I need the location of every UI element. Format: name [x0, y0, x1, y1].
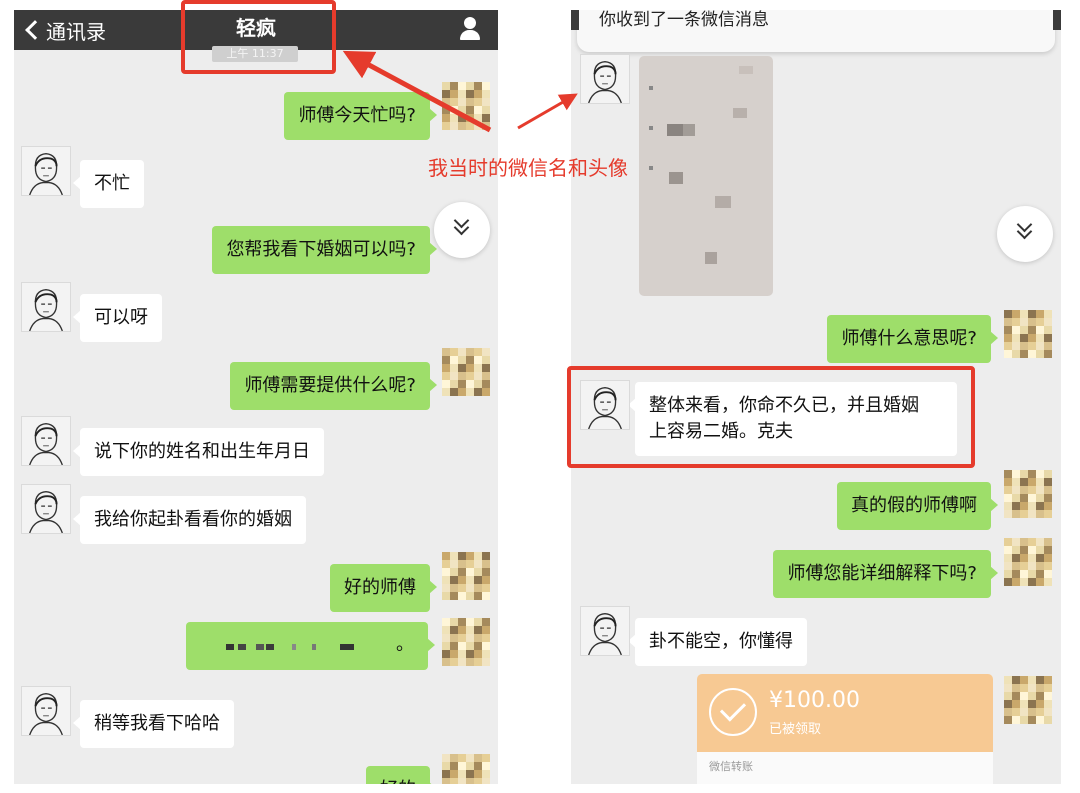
contact-avatar[interactable]	[21, 146, 71, 196]
message-bubble-self[interactable]: 真的假的师傅啊	[837, 482, 998, 530]
transfer-amount: ¥100.00	[769, 688, 860, 713]
annotation-label: 我当时的微信名和头像	[428, 156, 628, 180]
message-highlight-box	[567, 366, 975, 468]
transfer-footer-label: 微信转账	[709, 760, 753, 773]
left-chat-screenshot: 通讯录 轻疯 上午 11:37 师傅今天忙吗? 不忙 您帮我看下婚姻可以吗? 可…	[14, 10, 498, 784]
person-icon[interactable]	[458, 16, 482, 42]
message-bubble-self[interactable]: 师傅需要提供什么呢?	[230, 362, 437, 410]
message-bubble-self[interactable]: 您帮我看下婚姻可以吗?	[212, 226, 437, 274]
scroll-to-bottom-button[interactable]	[997, 206, 1053, 262]
contact-avatar[interactable]	[21, 416, 71, 466]
contact-avatar[interactable]	[21, 282, 71, 332]
message-bubble-other[interactable]: 我给你起卦看看你的婚姻	[73, 496, 306, 544]
message-bubble-self[interactable]: 师傅什么意思呢?	[827, 315, 998, 363]
transfer-status: 已被领取	[769, 722, 822, 737]
transfer-footer: 微信转账	[697, 752, 993, 784]
notification-text: 你收到了一条微信消息	[599, 10, 769, 30]
message-bubble-self[interactable]: 师傅您能详细解释下吗?	[773, 550, 998, 598]
message-bubble-other[interactable]: 卦不能空，你懂得	[628, 618, 807, 666]
user-avatar[interactable]	[1004, 538, 1052, 586]
message-bubble-self[interactable]: 好的	[366, 766, 437, 784]
message-bubble-self[interactable]: 好的师傅	[330, 564, 437, 612]
user-avatar[interactable]	[442, 82, 490, 130]
message-text: 。	[396, 634, 414, 655]
user-avatar[interactable]	[442, 618, 490, 666]
arrow-to-avatar	[517, 93, 578, 130]
notification-banner[interactable]: 你收到了一条微信消息	[571, 10, 1061, 52]
contact-avatar[interactable]	[21, 686, 71, 736]
message-bubble-self[interactable]: 师傅今天忙吗?	[284, 92, 437, 140]
message-bubble-other[interactable]: 说下你的姓名和出生年月日	[73, 428, 324, 476]
contact-avatar[interactable]	[580, 606, 630, 656]
contact-avatar[interactable]	[21, 484, 71, 534]
scroll-to-bottom-button[interactable]	[434, 202, 490, 258]
user-avatar[interactable]	[442, 552, 490, 600]
message-bubble-self-redacted[interactable]: 。	[186, 622, 435, 670]
user-avatar[interactable]	[442, 754, 490, 784]
user-avatar[interactable]	[442, 348, 490, 396]
message-bubble-other[interactable]: 不忙	[73, 160, 144, 208]
user-avatar[interactable]	[1004, 470, 1052, 518]
title-highlight-box	[181, 0, 336, 74]
message-bubble-other[interactable]: 稍等我看下哈哈	[73, 700, 234, 748]
image-message-blurred[interactable]	[639, 56, 773, 296]
user-avatar[interactable]	[1004, 676, 1052, 724]
contact-avatar[interactable]	[580, 54, 630, 104]
message-bubble-other[interactable]: 可以呀	[73, 294, 162, 342]
check-circle-icon	[709, 688, 757, 736]
user-avatar[interactable]	[1004, 310, 1052, 358]
wechat-transfer-card[interactable]: ¥100.00 已被领取 微信转账	[697, 674, 993, 784]
